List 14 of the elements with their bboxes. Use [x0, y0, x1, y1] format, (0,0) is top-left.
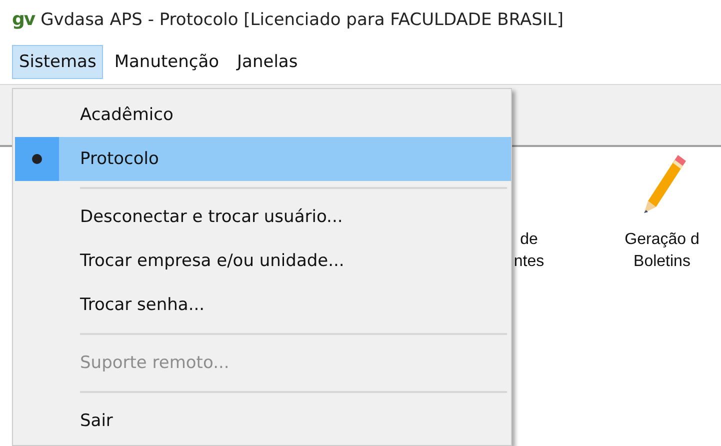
radio-bullet-icon	[32, 154, 42, 164]
menu-bar-item[interactable]: Sistemas	[12, 45, 104, 79]
window-title: Gvdasa APS - Protocolo [Licenciado para FACULDADE BRASIL]	[40, 10, 564, 30]
app-logo: gv	[12, 11, 35, 29]
menu-item[interactable]: Acadêmico	[15, 93, 511, 137]
menu-bar-item[interactable]: Manutenção	[107, 45, 226, 79]
menu-item[interactable]: Desconectar e trocar usuário...	[15, 195, 511, 239]
menu-bar-item[interactable]: Janelas	[230, 45, 305, 79]
menu-item[interactable]: Trocar senha...	[15, 283, 511, 327]
menu-item[interactable]: Trocar empresa e/ou unidade...	[15, 239, 511, 283]
icon-label[interactable]: de ntes	[514, 229, 544, 273]
menu-item[interactable]: Protocolo	[15, 137, 511, 181]
icon-label[interactable]: Geração d Boletins	[624, 229, 700, 273]
menu-item[interactable]: Sair	[15, 399, 511, 443]
